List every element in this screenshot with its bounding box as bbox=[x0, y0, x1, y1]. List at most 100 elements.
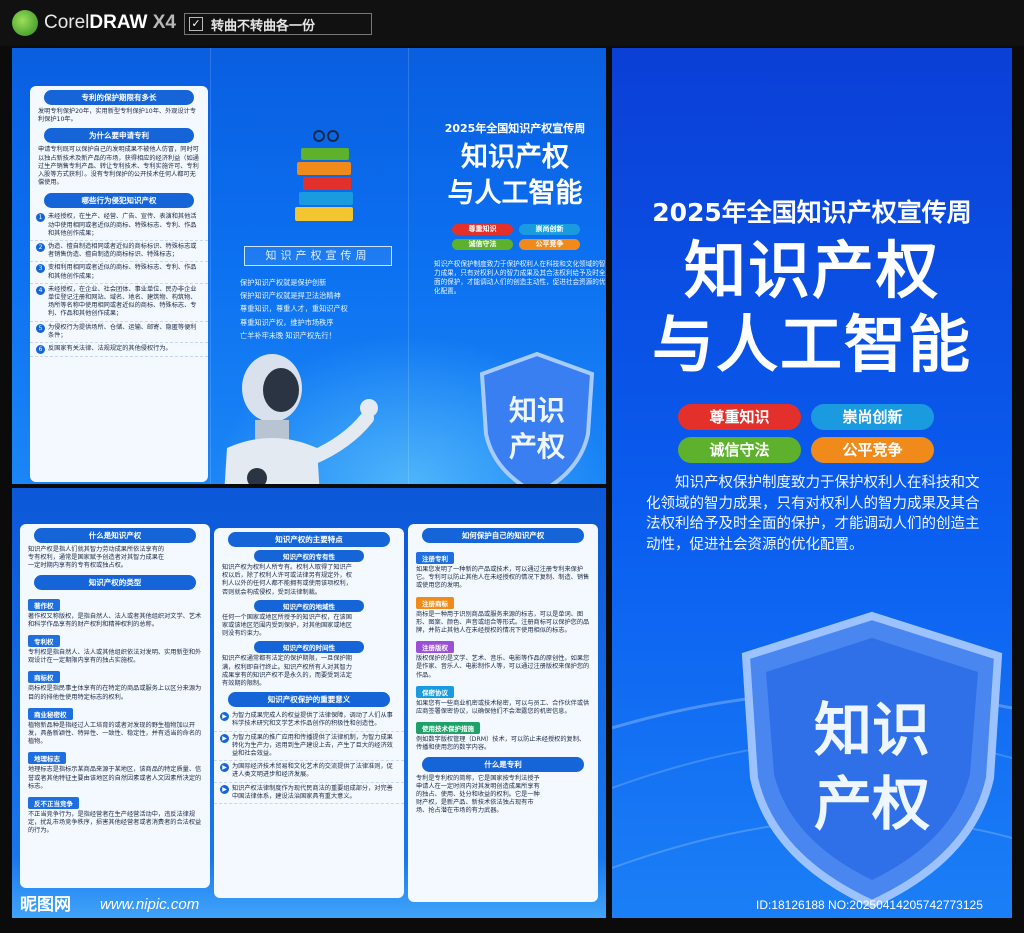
feature-text: 任何一个国家或地区所授予的知识产权，在该国家或该地区范围内受到保护，对其他国家或… bbox=[222, 613, 352, 638]
item-text: 伪造、擅自制造相同或者近似的商标标识、特殊标志或者销售伪造、擅自制造的商标标识、… bbox=[48, 243, 197, 259]
value-tag: 诚信守法 bbox=[678, 437, 801, 463]
item-number: 4 bbox=[36, 285, 45, 295]
list-item: 1 未经授权，在生产、经营、广告、宣传、表演和其他活动中使用相同或者近似的商标、特… bbox=[30, 211, 208, 242]
value-tag: 诚信守法 bbox=[452, 239, 513, 250]
section-title: 知识产权保护的重要意义 bbox=[228, 692, 390, 708]
way-text: 如果您发明了一种新的产品或技术，可以通过注册专利来保护它。专利可以防止其他人在未… bbox=[416, 566, 590, 590]
section-title: 哪些行为侵犯知识产权 bbox=[44, 193, 194, 209]
shield-icon: 知识 产权 bbox=[741, 611, 1003, 908]
inside-column-3: 如何保护自己的知识产权 注册专利 如果您发明了一种新的产品或技术，可以通过注册专利… bbox=[408, 524, 598, 902]
type-title: 著作权 bbox=[28, 598, 60, 611]
watermark-logo: 昵图网 bbox=[20, 895, 71, 915]
type-title: 地理标志 bbox=[28, 752, 66, 765]
feature-title: 知识产权的专有性 bbox=[254, 550, 364, 562]
small-intro: 知识产权保护制度致力于保护权利人在科技和文化领域的智力成果，只有对权利人的智力成… bbox=[434, 260, 606, 295]
top-bar: CorelDRAW X4 ✓ 转曲不转曲各一份 bbox=[0, 0, 1024, 46]
small-value-tags: 尊重知识 崇尚创新 诚信守法 公平竞争 bbox=[452, 224, 580, 250]
slogan-line: 保护知识产权就是捍卫法治精神 bbox=[240, 291, 341, 301]
value-tag: 崇尚创新 bbox=[811, 404, 934, 430]
cover-year: 2025年全国知识产权宣传周 bbox=[652, 198, 972, 227]
item-text: 反国家有关法律、法规规定的其他侵权行为。 bbox=[48, 345, 172, 353]
item-text: 为智力成果的推广应用和传播提供了法律机制，为智力成果转化为生产力，运用到生产建设… bbox=[232, 733, 393, 758]
list-item: 4 未经授权，在企业、社会团体、事业单位、民办非企业单位登记注册和网站、域名、地名… bbox=[30, 284, 208, 322]
feature-text: 知识产权通常都有法定的保护期限，一旦保护期满，权利即自行终止。知识产权所有人对其… bbox=[222, 655, 352, 688]
item-number: 2 bbox=[36, 243, 45, 253]
item-text: 为智力成果完成人的权益提供了法律保障，调动了人们从事科学技术研究和文学艺术作品创… bbox=[232, 712, 393, 728]
bullet-icon: ▶ bbox=[220, 784, 229, 794]
list-item: 2 伪造、擅自制造相同或者近似的商标标识、特殊标志或者销售伪造、擅自制造的商标标识… bbox=[30, 241, 208, 263]
feature-title: 知识产权的地域性 bbox=[254, 599, 364, 612]
list-item: ▶ 为智力成果的推广应用和传播提供了法律机制，为智力成果转化为生产力，运用到生产建… bbox=[214, 732, 404, 762]
list-item: 6 反国家有关法律、法规规定的其他侵权行为。 bbox=[30, 343, 208, 358]
curve-option[interactable]: ✓ 转曲不转曲各一份 bbox=[184, 13, 372, 35]
item-text: 变相利用相同或者近似的商标、特殊标志、专利、作品和其他创作成果； bbox=[48, 264, 197, 280]
item-number: 3 bbox=[36, 264, 45, 274]
item-text: 为侵权行为提供场所、仓储、运输、邮寄、隐匿等便利条件； bbox=[48, 323, 197, 339]
type-title: 商标权 bbox=[28, 671, 60, 684]
way-title: 注册版权 bbox=[416, 641, 454, 654]
value-tag: 尊重知识 bbox=[452, 224, 513, 235]
shield-icon: 知识 产权 bbox=[479, 351, 595, 484]
inside-column-1: 什么是知识产权 知识产权是指人们就其智力劳动成果所依法享有的专有权利，通常是国家… bbox=[20, 524, 210, 888]
ip-meaning-list: ▶ 为智力成果完成人的权益提供了法律保障，调动了人们从事科学技术研究和文学艺术作品… bbox=[214, 710, 404, 805]
way-text: 例如数字版权管理（DRM）技术，可以防止未经授权的复制、传播和使用您的数字内容。 bbox=[416, 736, 586, 752]
protection-way-list: 注册专利 如果您发明了一种新的产品或技术，可以通过注册专利来保护它。专利可以防止其… bbox=[408, 546, 598, 753]
infringement-list: 1 未经授权，在生产、经营、广告、宣传、表演和其他活动中使用相同或者近似的商标、特… bbox=[30, 211, 208, 358]
slogan-line: 尊重知识产权，维护市场秩序 bbox=[240, 317, 334, 327]
section-text: 专利是专利权的简称，它是国家按专利法授予申请人在一定时间内对其发明创造成果所享有… bbox=[416, 774, 540, 815]
bullet-icon: ▶ bbox=[220, 712, 229, 722]
section-title: 什么是专利 bbox=[422, 756, 584, 772]
slogan-line: 保护知识产权就是保护创新 bbox=[240, 278, 327, 287]
way-title: 使用技术保护措施 bbox=[416, 722, 480, 735]
slogan-list: 保护知识产权就是保护创新保护知识产权就是捍卫法治精神 尊重知识，尊重人才，重知识产… bbox=[240, 276, 400, 342]
way-title: 注册商标 bbox=[416, 596, 454, 609]
item-text: 为国际经济技术贸易和文化艺术的交流提供了法律准则，促进人类文明进步和经济发展。 bbox=[232, 763, 393, 779]
section-title: 如何保护自己的知识产权 bbox=[422, 528, 584, 543]
ip-feature-list: 知识产权的专有性知识产权为权利人所专有。权利人取得了知识产权以后，除了权利人许可… bbox=[214, 550, 404, 688]
way-title: 保密协议 bbox=[416, 685, 454, 698]
shield-text-1: 知识 bbox=[509, 394, 565, 427]
shield-text-1: 知识 bbox=[814, 696, 930, 764]
type-text: 地理标志是指标示某商品来源于某地区，该商品的特定质量、信誉或者其他特征主要由该地… bbox=[28, 766, 202, 790]
list-item: 5 为侵权行为提供场所、仓储、运输、邮寄、隐匿等便利条件； bbox=[30, 322, 208, 344]
feature-text: 知识产权为权利人所专有。权利人取得了知识产权以后，除了权利人许可或法律另有规定外… bbox=[222, 564, 352, 596]
section-title: 为什么要申请专利 bbox=[44, 128, 194, 144]
slogan-line: 亡羊补牢未晚 知识产权先行！ bbox=[240, 330, 336, 340]
outside-panel: 专利的保护期限有多长 发明专利保护20年，实用新型专利保护10年、外观设计专利保… bbox=[12, 48, 606, 484]
way-text: 商标是一种用于识别商品或服务来源的标志，可以是单词、图形、图案、颜色、声音或组合… bbox=[416, 610, 590, 635]
type-text: 著作权又称版权，是指自然人、法人或者其他组织对文学、艺术和科学作品享有的财产权利… bbox=[28, 612, 202, 628]
outside-column-1: 专利的保护期限有多长 发明专利保护20年，实用新型专利保护10年、外观设计专利保… bbox=[30, 86, 208, 482]
slogan-line: 尊重知识，尊重人才，重知识产权 bbox=[240, 304, 348, 314]
shield-text-2: 产权 bbox=[509, 430, 565, 463]
bullet-icon: ▶ bbox=[220, 733, 229, 743]
value-tag: 尊重知识 bbox=[678, 404, 801, 430]
section-text: 申请专利既可以保护自己的发明成果不被他人仿冒，同时可以独占新技术及新产品的市场，… bbox=[38, 146, 199, 187]
cover-intro: 知识产权保护制度致力于保护权利人在科技和文化领域的智力成果，只有对权利人的智力成… bbox=[646, 475, 980, 553]
way-text: 版权保护的是文学、艺术、音乐、电影等作品的原创性。如果您是作家、音乐人、电影制作… bbox=[416, 655, 590, 679]
value-tag: 公平竞争 bbox=[519, 239, 580, 250]
shield-text-2: 产权 bbox=[814, 770, 930, 838]
check-icon[interactable]: ✓ bbox=[189, 17, 203, 31]
item-text: 未经授权，在生产、经营、广告、宣传、表演和其他活动中使用相同或者近似的商标、特殊… bbox=[48, 213, 197, 237]
list-item: ▶ 为智力成果完成人的权益提供了法律保障，调动了人们从事科学技术研究和文学艺术作品… bbox=[214, 710, 404, 732]
books-icon bbox=[295, 130, 353, 221]
small-year: 2025年全国知识产权宣传周 bbox=[444, 122, 586, 135]
coreldraw-logo-icon bbox=[12, 10, 38, 36]
value-tag: 公平竞争 bbox=[811, 437, 934, 463]
section-text: 知识产权是指人们就其智力劳动成果所依法享有的专有权利，通常是国家赋予创造者对其智… bbox=[28, 546, 165, 570]
brand-ribbon: 知识产权宣传周 bbox=[244, 246, 392, 266]
value-tag: 崇尚创新 bbox=[519, 224, 580, 235]
way-text: 如果您有一些商业机密或技术秘密，可以与员工、合作伙伴或供应商签署保密协议，以确保… bbox=[416, 699, 590, 716]
section-title: 专利的保护期限有多长 bbox=[44, 90, 194, 105]
robot-illustration bbox=[224, 354, 378, 484]
image-id: ID:18126188 NO:20250414205742773125 bbox=[756, 898, 983, 912]
item-text: 知识产权法律制度作为现代民商法的重要组成部分，对完善中国法律体系，建设法治国家具… bbox=[232, 784, 393, 800]
app-name: CorelDRAW X4 bbox=[44, 12, 176, 33]
small-title: 知识产权 与人工智能 bbox=[447, 142, 583, 209]
item-text: 未经授权，在企业、社会团体、事业单位、民办非企业单位登记注册和网站、域名、地名、… bbox=[48, 285, 197, 318]
inside-panel: 什么是知识产权 知识产权是指人们就其智力劳动成果所依法享有的专有权利，通常是国家… bbox=[12, 488, 606, 918]
section-title: 知识产权的类型 bbox=[34, 574, 196, 590]
curve-label: 转曲不转曲各一份 bbox=[211, 18, 316, 34]
list-item: 3 变相利用相同或者近似的商标、特殊标志、专利、作品和其他创作成果； bbox=[30, 262, 208, 284]
inside-column-2: 知识产权的主要特点 知识产权的专有性 知识产权为权利人所专有。权利人取得了知识产权… bbox=[214, 528, 404, 898]
